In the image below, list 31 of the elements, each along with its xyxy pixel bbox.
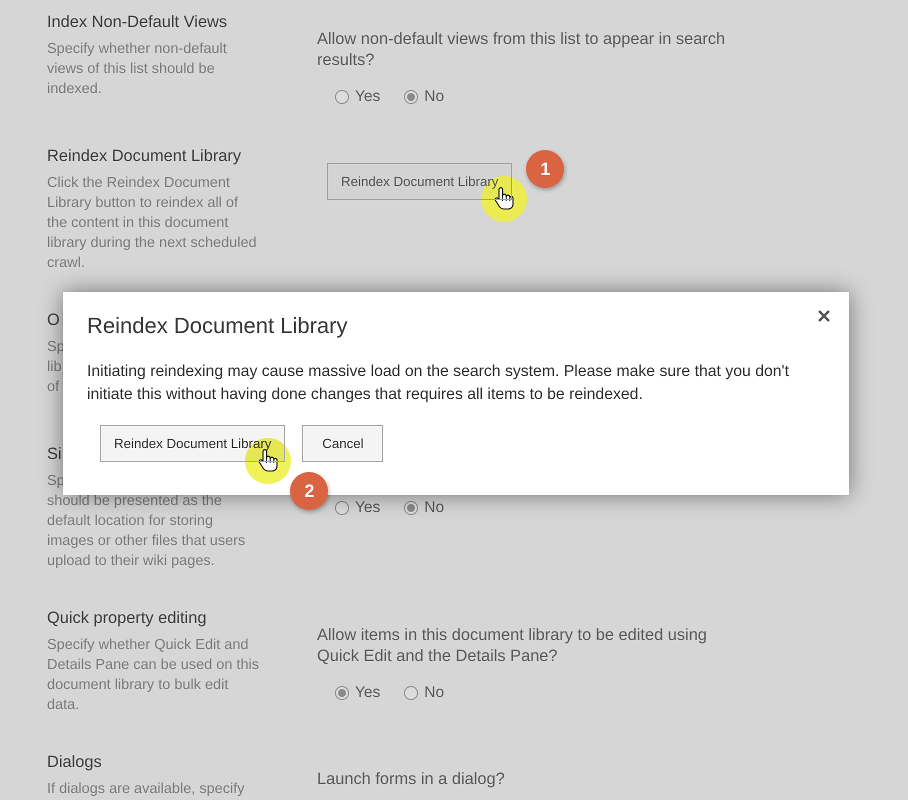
radio-button[interactable] (404, 501, 418, 515)
section-title: O (47, 310, 60, 330)
dialog-title: Reindex Document Library (87, 312, 348, 340)
radio-button[interactable] (335, 686, 349, 700)
close-icon[interactable] (818, 310, 830, 322)
radio-label: No (424, 498, 444, 518)
radio-label: No (424, 87, 444, 107)
question-text: Allow non-default views from this list to appear in search results? (317, 29, 726, 71)
question-text: Allow items in this document library to be edited using Quick Edit and the Details Pane? (317, 625, 708, 667)
dialog-message: Initiating reindexing may cause massive load on the search system. Please make sure that you don't initiate this without having done changes that requires all items to be reindexed. (87, 362, 790, 405)
section-title: Quick property editing (47, 608, 206, 628)
section-description: If dialogs are available, specify (47, 780, 244, 799)
radio-label: No (424, 683, 444, 703)
question-text: Launch forms in a dialog? (317, 769, 506, 790)
section-title: Index Non-Default Views (47, 12, 228, 32)
section-description: Specify whether non-default views of this list should be indexed. (47, 40, 227, 99)
section-title: Reindex Document Library (47, 146, 242, 166)
step-badge: 1 (526, 150, 564, 188)
step-badge: 2 (290, 472, 328, 510)
radio-label: Yes (355, 683, 380, 703)
radio-button[interactable] (335, 90, 349, 104)
section-title: Si (47, 444, 62, 464)
radio-button[interactable] (404, 90, 418, 104)
radio-label: Yes (355, 87, 380, 107)
section-description: Click the Reindex Document Library button to reindex all of the content in this document library during the next scheduled crawl. (47, 174, 257, 273)
radio-button[interactable] (404, 686, 418, 700)
section-title: Dialogs (47, 752, 102, 772)
radio-label: Yes (355, 498, 380, 518)
cancel-button[interactable]: Cancel (302, 425, 384, 462)
radio-button[interactable] (335, 501, 349, 515)
section-description: Specify whether Quick Edit and Details Pane can be used on this document library to bulk edit data. (47, 636, 259, 715)
